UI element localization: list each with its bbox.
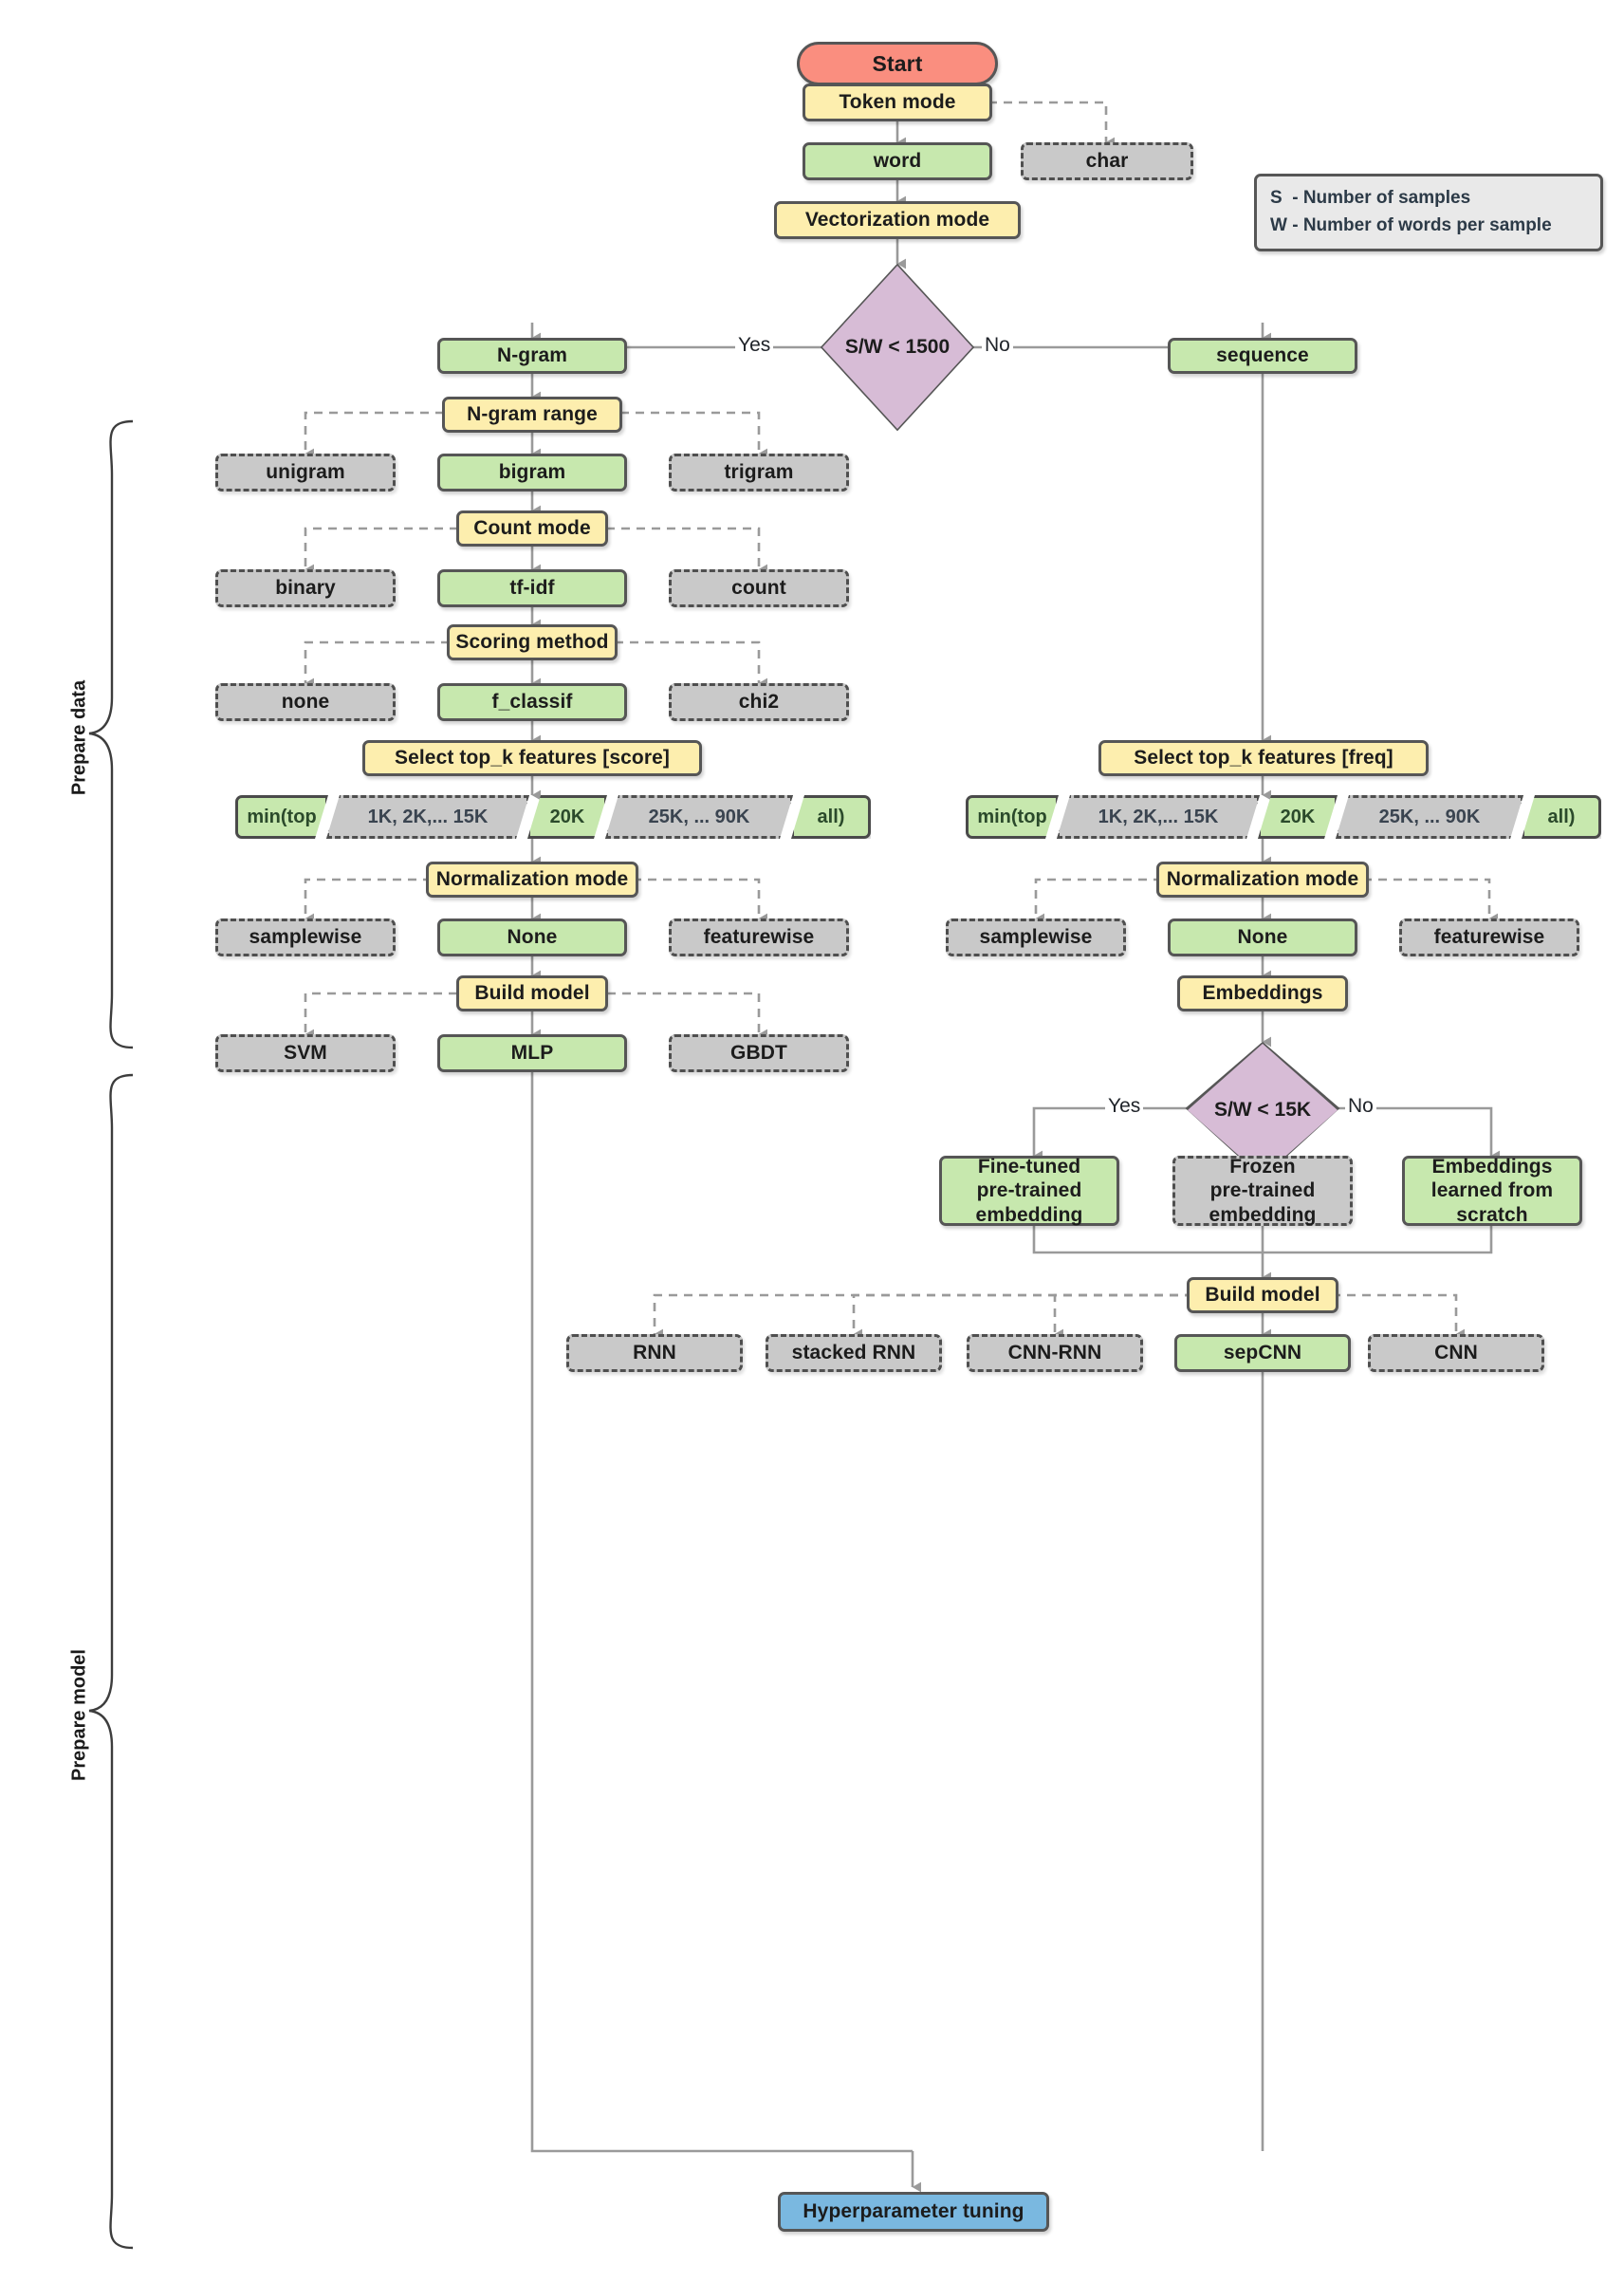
edge-label-yes-1: Yes [735, 334, 774, 357]
option-label: 1K, 2K,... 15K [1098, 806, 1219, 827]
decision-label: S/W < 15K [1213, 1099, 1312, 1121]
topk-option[interactable]: 25K, ... 90K [1336, 795, 1523, 839]
node-build-model-left[interactable]: Build model [456, 975, 608, 1011]
connector-layer [88, 63, 1501, 2250]
side-label-prepare-model: Prepare model [68, 1649, 90, 1781]
node-samplewise-right[interactable]: samplewise [946, 918, 1126, 956]
edge-label-no-2: No [1345, 1095, 1376, 1118]
node-normalization-mode-left[interactable]: Normalization mode [426, 862, 638, 898]
topk-option[interactable]: all) [791, 795, 871, 839]
option-label: all) [1547, 806, 1576, 827]
node-svm[interactable]: SVM [215, 1034, 396, 1072]
topk-option[interactable]: 1K, 2K,... 15K [326, 795, 529, 839]
topk-option[interactable]: all) [1522, 795, 1601, 839]
topk-options-left: min(top 1K, 2K,... 15K 20K 25K, ... 90K all) [235, 795, 871, 839]
topk-option[interactable]: min(top [966, 795, 1059, 839]
legend-line-words: W - Number of words per sample [1270, 214, 1552, 235]
node-start[interactable]: Start [797, 42, 998, 85]
option-label: 1K, 2K,... 15K [367, 806, 489, 827]
topk-option[interactable]: 20K [1258, 795, 1338, 839]
node-select-topk-freq[interactable]: Select top_k features [freq] [1098, 740, 1429, 776]
node-trigram[interactable]: trigram [669, 454, 849, 492]
node-sepcnn[interactable]: sepCNN [1174, 1334, 1351, 1372]
node-cnn[interactable]: CNN [1368, 1334, 1544, 1372]
node-frozen-embedding[interactable]: Frozen pre-trained embedding [1172, 1156, 1353, 1226]
node-ngram[interactable]: N-gram [437, 338, 627, 374]
option-label: all) [817, 806, 845, 827]
node-bigram[interactable]: bigram [437, 454, 627, 492]
node-f-classif[interactable]: f_classif [437, 683, 627, 721]
option-label: 25K, ... 90K [1378, 806, 1481, 827]
option-label: min(top [977, 806, 1047, 827]
node-char[interactable]: char [1021, 142, 1193, 180]
option-label: min(top [247, 806, 317, 827]
node-tfidf[interactable]: tf-idf [437, 569, 627, 607]
node-token-mode[interactable]: Token mode [803, 83, 992, 121]
node-embeddings-from-scratch[interactable]: Embeddings learned from scratch [1402, 1156, 1582, 1226]
node-ngram-range[interactable]: N-gram range [442, 397, 622, 433]
node-count[interactable]: count [669, 569, 849, 607]
node-count-mode[interactable]: Count mode [456, 510, 608, 547]
topk-option[interactable]: 20K [527, 795, 607, 839]
node-mlp[interactable]: MLP [437, 1034, 627, 1072]
node-chi2[interactable]: chi2 [669, 683, 849, 721]
decision-label: S/W < 1500 [844, 336, 950, 358]
edge-label-yes-2: Yes [1105, 1095, 1144, 1118]
node-featurewise-left[interactable]: featurewise [669, 918, 849, 956]
legend-line-samples: S - Number of samples [1270, 188, 1471, 208]
side-label-prepare-data: Prepare data [68, 679, 90, 796]
node-embeddings[interactable]: Embeddings [1177, 975, 1348, 1011]
edge-label-no-1: No [982, 334, 1013, 357]
node-scoring-method[interactable]: Scoring method [447, 624, 618, 660]
node-featurewise-right[interactable]: featurewise [1399, 918, 1579, 956]
node-cnn-rnn[interactable]: CNN-RNN [967, 1334, 1143, 1372]
topk-option[interactable]: 25K, ... 90K [605, 795, 793, 839]
option-label: 20K [1280, 806, 1316, 827]
decision-sw-1500[interactable]: S/W < 1500 [822, 266, 972, 429]
node-unigram[interactable]: unigram [215, 454, 396, 492]
node-build-model-right[interactable]: Build model [1187, 1277, 1338, 1313]
option-label: 20K [549, 806, 585, 827]
node-gbdt[interactable]: GBDT [669, 1034, 849, 1072]
node-hyperparameter-tuning[interactable]: Hyperparameter tuning [778, 2192, 1049, 2232]
option-label: 25K, ... 90K [648, 806, 750, 827]
node-select-topk-score[interactable]: Select top_k features [score] [362, 740, 702, 776]
node-fine-tuned-embedding[interactable]: Fine-tuned pre-trained embedding [939, 1156, 1119, 1226]
node-sequence[interactable]: sequence [1168, 338, 1357, 374]
topk-options-right: min(top 1K, 2K,... 15K 20K 25K, ... 90K all) [966, 795, 1601, 839]
node-rnn[interactable]: RNN [566, 1334, 743, 1372]
node-samplewise-left[interactable]: samplewise [215, 918, 396, 956]
node-normalization-mode-right[interactable]: Normalization mode [1156, 862, 1369, 898]
node-vectorization-mode[interactable]: Vectorization mode [774, 201, 1021, 239]
node-stacked-rnn[interactable]: stacked RNN [766, 1334, 942, 1372]
node-none-norm-left[interactable]: None [437, 918, 627, 956]
node-none-norm-right[interactable]: None [1168, 918, 1357, 956]
legend-box: S - Number of samples W - Number of word… [1254, 174, 1603, 251]
topk-option[interactable]: min(top [235, 795, 328, 839]
node-none-score[interactable]: none [215, 683, 396, 721]
node-word[interactable]: word [803, 142, 992, 180]
topk-option[interactable]: 1K, 2K,... 15K [1057, 795, 1260, 839]
flowchart-canvas: Start Token mode word char S - Number of… [0, 0, 1624, 2282]
node-binary[interactable]: binary [215, 569, 396, 607]
